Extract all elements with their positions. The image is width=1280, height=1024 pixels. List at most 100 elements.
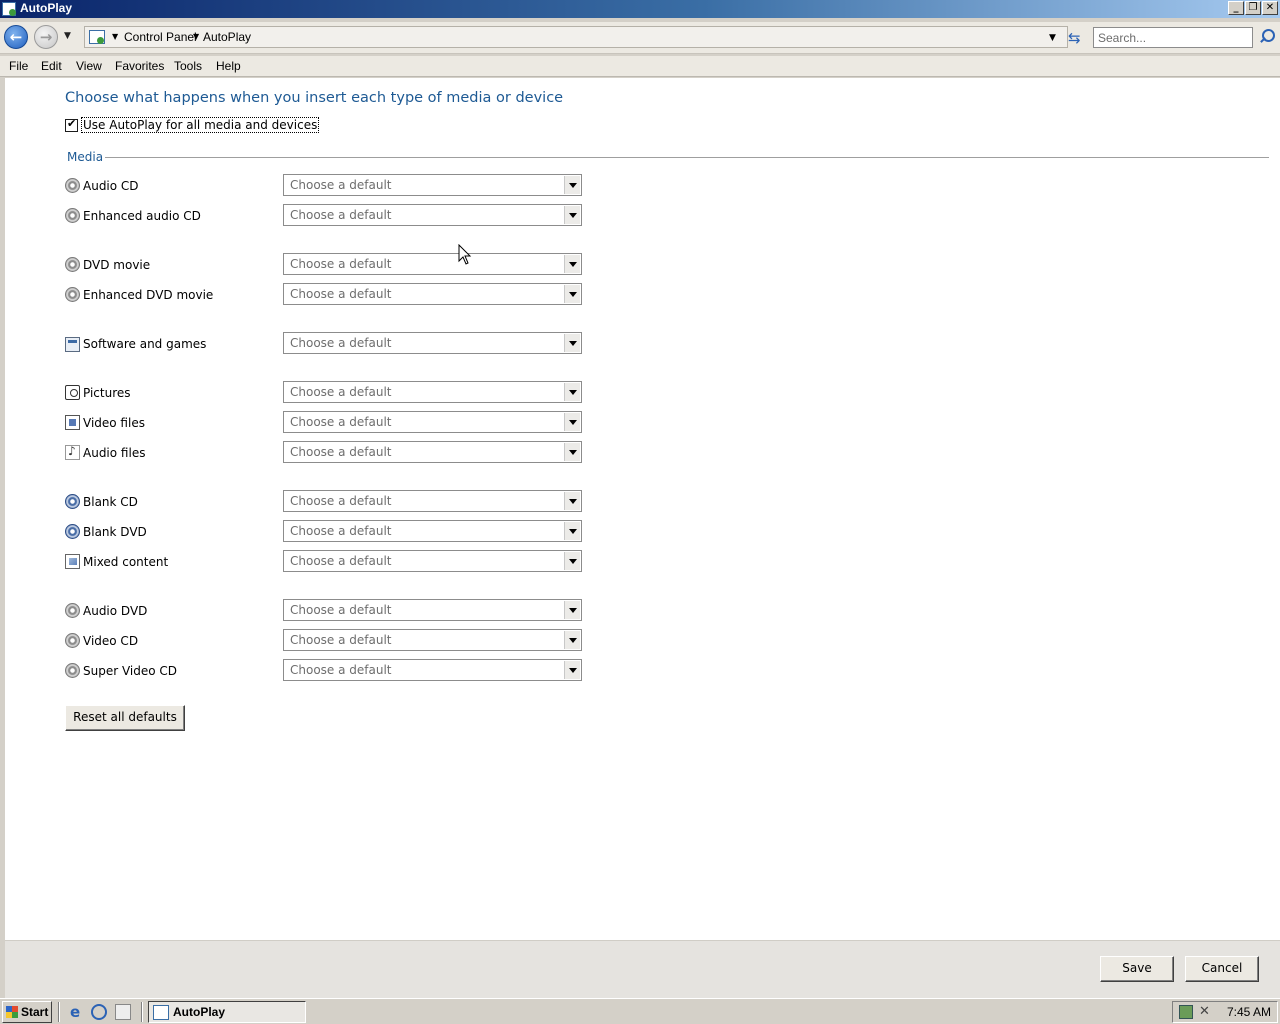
autoplay-app-icon (2, 2, 16, 16)
save-button[interactable]: Save (1100, 956, 1174, 982)
dropdown-arrow-icon[interactable] (564, 552, 580, 570)
select-value: Choose a default (290, 494, 392, 508)
select-software-and-games[interactable]: Choose a default (283, 332, 582, 354)
select-blank-cd[interactable]: Choose a default (283, 490, 582, 512)
address-dropdown-icon[interactable]: ▼ (1049, 33, 1056, 43)
select-value: Choose a default (290, 554, 392, 568)
disc-icon (65, 208, 80, 223)
autoplay-content: Choose what happens when you insert each… (5, 78, 1280, 940)
page-title: Choose what happens when you insert each… (65, 90, 564, 106)
search-icon[interactable] (1258, 29, 1275, 45)
select-value: Choose a default (290, 603, 392, 617)
dropdown-arrow-icon[interactable] (564, 492, 580, 510)
dropdown-arrow-icon[interactable] (564, 522, 580, 540)
breadcrumb-control-panel[interactable]: Control Panel (124, 30, 197, 44)
camera-icon (65, 385, 80, 400)
media-label-super-video-cd: Super Video CD (83, 664, 178, 678)
select-audio-cd[interactable]: Choose a default (283, 174, 582, 196)
select-value: Choose a default (290, 178, 392, 192)
select-value: Choose a default (290, 415, 392, 429)
select-mixed-content[interactable]: Choose a default (283, 550, 582, 572)
select-value: Choose a default (290, 633, 392, 647)
menu-edit[interactable]: Edit (41, 59, 62, 73)
select-audio-dvd[interactable]: Choose a default (283, 599, 582, 621)
minimize-button[interactable]: _ (1228, 1, 1244, 15)
select-blank-dvd[interactable]: Choose a default (283, 520, 582, 542)
use-autoplay-checkbox[interactable] (65, 117, 78, 132)
media-label-blank-dvd: Blank DVD (83, 525, 147, 539)
media-label-software-and-games: Software and games (83, 337, 207, 351)
disc-icon (65, 663, 80, 678)
video-file-icon (65, 415, 80, 430)
taskbar-separator (141, 1002, 143, 1022)
media-label-blank-cd: Blank CD (83, 495, 138, 509)
breadcrumb[interactable]: ▼ Control Panel ▼ AutoPlay (84, 26, 1068, 48)
media-label-pictures: Pictures (83, 386, 131, 400)
browser-icon[interactable] (91, 1004, 107, 1020)
taskbar-item-autoplay[interactable]: AutoPlay (148, 1001, 306, 1023)
section-divider (103, 157, 1269, 158)
taskbar: Start e AutoPlay ✕ 7:45 AM (0, 998, 1280, 1024)
media-label-video-files: Video files (83, 416, 145, 430)
close-button[interactable]: ✕ (1262, 1, 1278, 15)
chevron-down-icon[interactable]: ▼ (193, 32, 199, 41)
volume-icon[interactable]: ✕ (1199, 1005, 1213, 1019)
select-pictures[interactable]: Choose a default (283, 381, 582, 403)
breadcrumb-autoplay[interactable]: AutoPlay (203, 30, 251, 44)
menu-favorites[interactable]: Favorites (115, 59, 164, 73)
show-desktop-icon[interactable] (115, 1004, 131, 1020)
dropdown-arrow-icon[interactable] (564, 285, 580, 303)
dropdown-arrow-icon[interactable] (564, 661, 580, 679)
search-input[interactable] (1093, 27, 1253, 48)
restore-button[interactable]: ❐ (1245, 1, 1261, 15)
select-value: Choose a default (290, 257, 392, 271)
menu-help[interactable]: Help (216, 59, 241, 73)
blank-disc-icon (65, 524, 80, 539)
back-button[interactable]: ← (4, 25, 28, 49)
dropdown-arrow-icon[interactable] (564, 413, 580, 431)
address-bar: ← → ▼ ▼ Control Panel ▼ AutoPlay ▼ ⇆ (0, 22, 1280, 54)
dropdown-arrow-icon[interactable] (564, 443, 580, 461)
recent-pages-dropdown[interactable]: ▼ (64, 31, 71, 41)
start-button[interactable]: Start (2, 1001, 52, 1023)
dropdown-arrow-icon[interactable] (564, 631, 580, 649)
refresh-icon[interactable]: ⇆ (1068, 29, 1081, 47)
dropdown-arrow-icon[interactable] (564, 176, 580, 194)
use-autoplay-label[interactable]: Use AutoPlay for all media and devices (81, 117, 320, 133)
media-label-audio-dvd: Audio DVD (83, 604, 148, 618)
menu-tools[interactable]: Tools (174, 59, 202, 73)
media-section-label: Media (67, 150, 106, 164)
dropdown-arrow-icon[interactable] (564, 601, 580, 619)
select-video-files[interactable]: Choose a default (283, 411, 582, 433)
clock[interactable]: 7:45 AM (1227, 1005, 1271, 1019)
select-dvd-movie[interactable]: Choose a default (283, 253, 582, 275)
select-value: Choose a default (290, 208, 392, 222)
dropdown-arrow-icon[interactable] (564, 255, 580, 273)
disc-icon (65, 287, 80, 302)
disc-icon (65, 603, 80, 618)
select-video-cd[interactable]: Choose a default (283, 629, 582, 651)
cancel-button[interactable]: Cancel (1185, 956, 1259, 982)
internet-explorer-icon[interactable]: e (70, 1004, 86, 1020)
media-label-audio-cd: Audio CD (83, 179, 139, 193)
select-audio-files[interactable]: Choose a default (283, 441, 582, 463)
dialog-footer: Save Cancel (5, 940, 1280, 998)
reset-all-defaults-button[interactable]: Reset all defaults (65, 705, 185, 731)
menu-view[interactable]: View (76, 59, 102, 73)
select-super-video-cd[interactable]: Choose a default (283, 659, 582, 681)
network-icon[interactable] (1179, 1005, 1193, 1019)
dropdown-arrow-icon[interactable] (564, 383, 580, 401)
select-value: Choose a default (290, 524, 392, 538)
select-value: Choose a default (290, 287, 392, 301)
menu-file[interactable]: File (9, 59, 28, 73)
media-label-enhanced-audio-cd: Enhanced audio CD (83, 209, 201, 223)
media-label-video-cd: Video CD (83, 634, 139, 648)
dropdown-arrow-icon[interactable] (564, 334, 580, 352)
dropdown-arrow-icon[interactable] (564, 206, 580, 224)
select-enhanced-audio-cd[interactable]: Choose a default (283, 204, 582, 226)
select-enhanced-dvd-movie[interactable]: Choose a default (283, 283, 582, 305)
chevron-down-icon[interactable]: ▼ (112, 32, 118, 41)
taskbar-separator (58, 1002, 60, 1022)
mixed-content-icon (65, 554, 80, 569)
forward-button[interactable]: → (34, 25, 58, 49)
